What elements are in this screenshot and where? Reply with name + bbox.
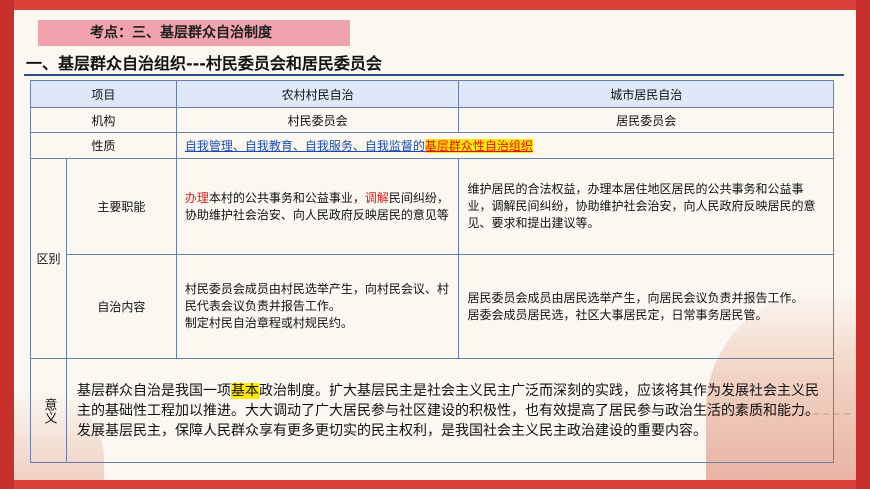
urban-functions: 维护居民的合法权益，办理本居住地区居民的公共事务和公益事业，调解民间纠纷，协助维…: [458, 158, 834, 255]
rural-func-red1: 办理: [184, 190, 209, 205]
rural-autonomy-line1: 村民委员会成员由村民选举产生，向村民会议、村民代表会议负责并报告工作。: [184, 282, 449, 313]
heading-underline: [24, 74, 844, 76]
meaning-text: 基层群众自治是我国一项基本政治制度。扩大基层民主是社会主义民主广泛而深刻的实践，…: [65, 358, 835, 463]
rural-functions: 办理本村的公共事务和公益事业，调解民间纠纷，协助维护社会治安、向人民政府反映居民…: [175, 158, 460, 255]
nature-highlight: 基层群众性自治组织: [424, 139, 533, 153]
urban-autonomy-line1: 居民委员会成员由居民选举产生，向居民会议负责并报告工作。: [467, 290, 804, 305]
rural-func-red2: 调解: [364, 190, 389, 205]
topic-label: 考点：三、基层群众自治制度: [38, 20, 350, 46]
row-label-nature: 性质: [30, 132, 177, 159]
comparison-table: 项目 农村村民自治 城市居民自治 机构 村民委员会 居民委员会 性质 自我管理、…: [30, 80, 835, 463]
header-item: 项目: [30, 80, 177, 108]
row-label-org: 机构: [30, 107, 177, 133]
header-urban: 城市居民自治: [458, 80, 834, 108]
table-row: 区别 主要职能 办理本村的公共事务和公益事业，调解民间纠纷，协助维护社会治安、向…: [30, 158, 834, 359]
table-row: 机构 村民委员会 居民委员会: [30, 107, 834, 133]
header-rural: 农村村民自治: [175, 80, 460, 108]
table-header-row: 项目 农村村民自治 城市居民自治: [30, 80, 834, 108]
rural-org: 村民委员会: [175, 107, 460, 133]
urban-autonomy: 居民委员会成员由居民选举产生，向居民会议负责并报告工作。 居委会成员居民选，社区…: [458, 254, 834, 359]
table-row: 自治内容 村民委员会成员由村民选举产生，向村民会议、村民代表会议负责并报告工作。…: [31, 254, 834, 359]
row-label-functions: 主要职能: [65, 158, 177, 255]
row-label-difference: 区别: [30, 158, 67, 359]
meaning-highlight: 基本: [230, 382, 259, 399]
rural-autonomy: 村民委员会成员由村民选举产生，向村民会议、村民代表会议负责并报告工作。 制定村民…: [175, 254, 460, 359]
urban-autonomy-line2: 居委会成员居民选，社区大事居民定，日常事务居民管。: [467, 307, 768, 322]
right-decor-border: [856, 0, 870, 489]
rural-autonomy-line2: 制定村民自治章程或村规民约。: [184, 316, 353, 330]
section-heading: 一、基层群众自治组织---村民委员会和居民委员会: [26, 54, 382, 73]
nature-cell: 自我管理、自我教育、自我服务、自我监督的基层群众性自治组织: [175, 132, 835, 159]
table-row: 性质 自我管理、自我教育、自我服务、自我监督的基层群众性自治组织: [30, 132, 835, 159]
row-label-autonomy: 自治内容: [65, 254, 177, 359]
table-row: 意义 基层群众自治是我国一项基本政治制度。扩大基层民主是社会主义民主广泛而深刻的…: [30, 358, 835, 463]
rural-func-mid: 本村的公共事务和公益事业，: [208, 190, 365, 205]
meaning-pre: 基层群众自治是我国一项: [76, 382, 231, 399]
left-decor-border: [0, 0, 14, 489]
urban-org: 居民委员会: [458, 107, 834, 133]
nature-link[interactable]: 自我管理、自我教育、自我服务、自我监督的: [185, 139, 425, 153]
row-label-meaning: 意义: [30, 358, 67, 463]
